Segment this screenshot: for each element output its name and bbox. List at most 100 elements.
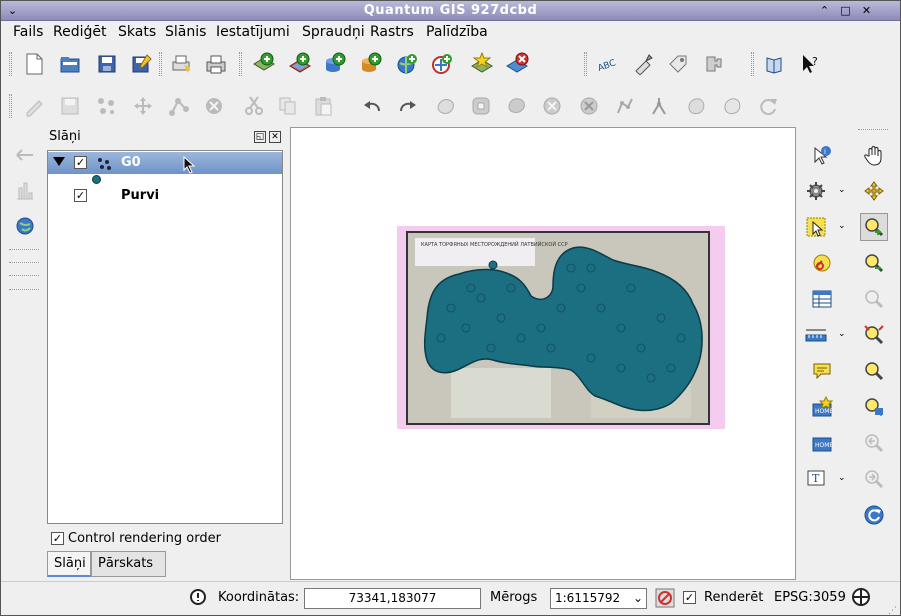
- print-composer-icon[interactable]: [168, 51, 194, 77]
- toolbar-grip[interactable]: [858, 129, 888, 130]
- select-features-icon[interactable]: [802, 213, 830, 241]
- actions-gear-icon[interactable]: [802, 177, 830, 205]
- new-bookmark-icon[interactable]: HOME: [808, 393, 836, 421]
- add-part-icon[interactable]: [504, 93, 530, 119]
- collapse-arrow-icon[interactable]: [53, 157, 65, 166]
- add-spatialite-layer-icon[interactable]: [358, 51, 384, 77]
- toolbar-grip[interactable]: [239, 52, 242, 76]
- add-wfs-layer-icon[interactable]: [429, 51, 455, 77]
- zoom-to-native-resolution-icon[interactable]: [860, 393, 888, 421]
- layer-labeling-icon[interactable]: ABC: [594, 51, 620, 77]
- zoom-out-icon[interactable]: [860, 249, 888, 277]
- zoom-last-icon[interactable]: [860, 429, 888, 457]
- remove-layer-icon[interactable]: [504, 51, 530, 77]
- reshape-features-icon[interactable]: [612, 93, 638, 119]
- delete-part-icon[interactable]: [576, 93, 602, 119]
- menu-palidziba[interactable]: Palīdzība: [426, 24, 488, 40]
- identify-icon[interactable]: i: [808, 141, 836, 169]
- move-feature-icon[interactable]: [130, 93, 156, 119]
- panel-splitter[interactable]: [285, 127, 289, 580]
- zoom-next-icon[interactable]: [860, 465, 888, 493]
- new-project-icon[interactable]: [21, 51, 47, 77]
- new-vector-layer-icon[interactable]: [469, 51, 495, 77]
- text-annotation-icon[interactable]: T: [802, 465, 830, 493]
- measure-line-icon[interactable]: [802, 321, 830, 349]
- georeferencer-icon[interactable]: [11, 141, 39, 169]
- map-tips-icon[interactable]: [808, 357, 836, 385]
- chevron-down-icon[interactable]: ⌄: [633, 589, 643, 608]
- add-ring-icon[interactable]: [468, 93, 494, 119]
- save-as-icon[interactable]: [129, 51, 155, 77]
- rotate-point-symbols-icon[interactable]: [755, 93, 781, 119]
- stop-rendering-icon[interactable]: [655, 588, 675, 612]
- delete-ring-icon[interactable]: [539, 93, 565, 119]
- toolbar-grip[interactable]: [751, 52, 754, 76]
- messages-icon[interactable]: [189, 587, 207, 611]
- strip-grip[interactable]: [9, 249, 39, 251]
- attribute-table-icon[interactable]: [808, 285, 836, 313]
- print-icon[interactable]: [203, 51, 229, 77]
- globe-icon[interactable]: [11, 212, 39, 240]
- close-panel-icon[interactable]: ✕: [269, 131, 281, 143]
- plugin-tag-icon[interactable]: [665, 51, 691, 77]
- layer-tree[interactable]: ✓ G0 ✓ Purvi: [47, 150, 283, 524]
- delete-selected-icon[interactable]: [201, 93, 227, 119]
- menu-rediget[interactable]: Rediģēt: [53, 24, 106, 40]
- toggle-editing-icon[interactable]: [21, 93, 47, 119]
- layer-row-purvi[interactable]: ✓ Purvi: [48, 185, 282, 207]
- simplify-feature-icon[interactable]: [433, 93, 459, 119]
- dropdown-arrow-icon[interactable]: ⌄: [838, 221, 846, 231]
- coordinates-field[interactable]: 73341,183077: [304, 588, 481, 609]
- pan-to-selection-icon[interactable]: [860, 177, 888, 205]
- histogram-icon[interactable]: [11, 177, 39, 205]
- menu-rastrs[interactable]: Rastrs: [370, 24, 414, 40]
- cut-features-icon[interactable]: [241, 93, 267, 119]
- whats-this-icon[interactable]: ?: [797, 51, 823, 77]
- merge-attributes-icon[interactable]: [719, 93, 745, 119]
- toolbar-grip[interactable]: [9, 52, 12, 76]
- scale-combobox[interactable]: 1:6115792 ⌄: [550, 588, 647, 609]
- show-bookmarks-icon[interactable]: HOME: [808, 429, 836, 457]
- copy-features-icon[interactable]: [275, 93, 301, 119]
- redo-icon[interactable]: [395, 93, 421, 119]
- tab-slani[interactable]: Slāņi: [47, 551, 91, 577]
- zoom-in-icon[interactable]: [860, 213, 888, 241]
- save-icon[interactable]: [94, 51, 120, 77]
- float-panel-icon[interactable]: ◱: [254, 131, 266, 143]
- map-canvas[interactable]: КАРТА ТОРФЯНЫХ МЕСТОРОЖДЕНИЙ ЛАТВИЙСКОЙ …: [290, 127, 796, 580]
- dropdown-arrow-icon[interactable]: ⌄: [838, 473, 846, 483]
- menu-spraudni[interactable]: Spraudņi: [302, 24, 365, 40]
- projection-icon[interactable]: [851, 587, 871, 611]
- strip-grip[interactable]: [9, 262, 39, 264]
- layer-visibility-checkbox[interactable]: ✓: [74, 156, 87, 169]
- undo-icon[interactable]: [359, 93, 385, 119]
- render-checkbox[interactable]: ✓: [683, 591, 696, 604]
- style-manager-icon[interactable]: [630, 51, 656, 77]
- refresh-icon[interactable]: [860, 501, 888, 529]
- add-feature-icon[interactable]: [93, 93, 119, 119]
- control-rendering-order-checkbox[interactable]: ✓: [51, 532, 64, 545]
- menu-skats[interactable]: Skats: [118, 24, 156, 40]
- add-raster-layer-icon[interactable]: [287, 51, 313, 77]
- minimize-icon[interactable]: ⌃: [816, 3, 833, 19]
- zoom-full-icon[interactable]: [860, 321, 888, 349]
- menu-slanis[interactable]: Slānis: [165, 24, 206, 40]
- layer-visibility-checkbox[interactable]: ✓: [74, 189, 87, 202]
- crs-label[interactable]: EPSG:3059: [774, 590, 846, 605]
- paste-features-icon[interactable]: [310, 93, 336, 119]
- menu-fails[interactable]: Fails: [13, 24, 43, 40]
- close-icon[interactable]: ✕: [858, 3, 875, 19]
- split-features-icon[interactable]: [646, 93, 672, 119]
- dropdown-arrow-icon[interactable]: ⌄: [838, 185, 846, 195]
- plugin-manager-icon[interactable]: [701, 51, 727, 77]
- deselect-icon[interactable]: [808, 249, 836, 277]
- strip-grip[interactable]: [9, 289, 39, 291]
- toolbar-grip[interactable]: [159, 52, 162, 76]
- merge-features-icon[interactable]: [684, 93, 710, 119]
- control-rendering-order-row[interactable]: ✓ Control rendering order: [51, 531, 221, 546]
- menu-iestatijumi[interactable]: Iestatījumi: [216, 24, 290, 40]
- toolbar-grip[interactable]: [584, 52, 587, 76]
- pan-icon[interactable]: [860, 141, 888, 169]
- toolbar-grip[interactable]: [9, 94, 12, 118]
- add-vector-layer-icon[interactable]: [251, 51, 277, 77]
